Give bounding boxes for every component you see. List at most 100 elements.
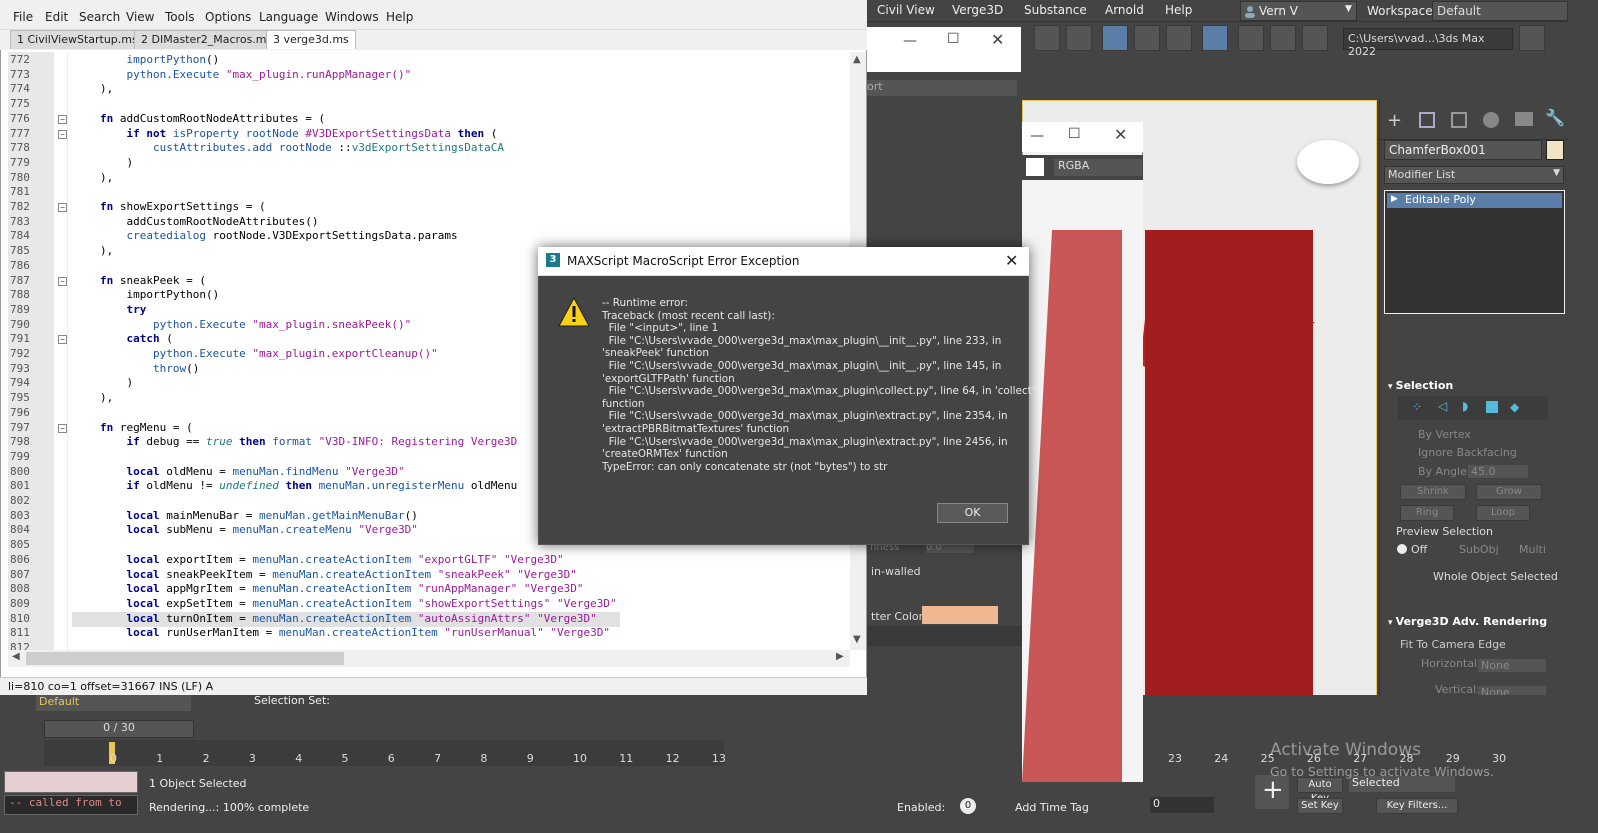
editor-menu-tools[interactable]: Tools bbox=[165, 10, 195, 24]
close-icon[interactable]: ✕ bbox=[1005, 251, 1018, 270]
code-line[interactable]: 779 ) bbox=[8, 156, 853, 171]
scroll-up-icon[interactable]: ▲ bbox=[853, 54, 861, 65]
code-line[interactable]: 772 importPython() bbox=[8, 53, 853, 68]
code-line[interactable]: 781 bbox=[8, 185, 853, 200]
key-filters-button[interactable]: Key Filters... bbox=[1376, 798, 1458, 814]
editor-menu-options[interactable]: Options bbox=[205, 10, 251, 24]
code-line[interactable]: 807 local sneakPeekItem = menuMan.create… bbox=[8, 568, 853, 583]
horizontal-scroll-thumb[interactable] bbox=[26, 652, 344, 665]
modifier-stack[interactable] bbox=[1384, 190, 1565, 314]
user-account-dropdown[interactable]: Vern V ▼ bbox=[1240, 1, 1357, 21]
modifier-list-dropdown[interactable]: Modifier List ▼ bbox=[1384, 166, 1564, 184]
tab-dimaster2-macros[interactable]: 2 DIMaster2_Macros.ms bbox=[134, 30, 280, 49]
scene-explorer-icon[interactable] bbox=[1102, 25, 1128, 51]
code-line[interactable]: 778 custAttributes.add rootNode ::v3dExp… bbox=[8, 141, 853, 156]
render-setup-icon[interactable] bbox=[1238, 25, 1264, 51]
minimize-icon[interactable]: — bbox=[903, 33, 917, 49]
editor-menu-edit[interactable]: Edit bbox=[45, 10, 68, 24]
motion-tab-icon[interactable] bbox=[1483, 112, 1499, 128]
set-key-icon[interactable]: + bbox=[1255, 775, 1289, 809]
verge3d-adv-rendering-title[interactable]: ▾ Verge3D Adv. Rendering bbox=[1388, 615, 1547, 628]
code-line[interactable]: 812 bbox=[8, 641, 853, 650]
schematic-view-icon[interactable] bbox=[1202, 25, 1228, 51]
code-line[interactable]: 806 local exportItem = menuMan.createAct… bbox=[8, 553, 853, 568]
horizontal-dropdown[interactable]: None bbox=[1478, 659, 1546, 672]
material-editor-icon[interactable] bbox=[1166, 25, 1192, 51]
tab-verge3d[interactable]: 3 verge3d.ms bbox=[266, 30, 356, 49]
hierarchy-tab-icon[interactable] bbox=[1451, 112, 1467, 128]
project-path-dropdown[interactable]: C:\Users\vvad...\3ds Max 2022 bbox=[1343, 28, 1513, 58]
subobj-radio[interactable]: SubObj bbox=[1459, 543, 1499, 556]
fold-toggle-icon[interactable]: − bbox=[58, 114, 67, 124]
maximize-icon[interactable]: ☐ bbox=[947, 31, 960, 47]
project-folder-icon[interactable] bbox=[1519, 25, 1545, 51]
editor-menu-help[interactable]: Help bbox=[386, 10, 413, 24]
fold-toggle-icon[interactable]: − bbox=[58, 129, 67, 139]
maximize-icon[interactable]: ☐ bbox=[1068, 126, 1081, 142]
code-line[interactable]: 782 fn showExportSettings = (− bbox=[8, 200, 853, 215]
viewcube-icon[interactable] bbox=[1297, 140, 1359, 184]
max-menu-verge3d[interactable]: Verge3D bbox=[952, 3, 1003, 17]
fold-toggle-icon[interactable]: − bbox=[58, 276, 67, 286]
utilities-tab-icon[interactable]: 🔧 bbox=[1545, 108, 1565, 127]
editor-menu-language[interactable]: Language bbox=[259, 10, 318, 24]
max-menu-help[interactable]: Help bbox=[1165, 3, 1192, 17]
selection-rollout-title[interactable]: ▾ Selection bbox=[1388, 379, 1453, 392]
code-line[interactable]: 810 local turnOnItem = menuMan.createAct… bbox=[8, 612, 853, 627]
polygon-icon[interactable] bbox=[1486, 401, 1498, 413]
scroll-right-icon[interactable]: ▶ bbox=[836, 651, 844, 662]
time-tag-toggle[interactable]: 0 bbox=[960, 798, 976, 814]
current-frame-field[interactable]: 0 bbox=[1150, 797, 1214, 813]
edge-icon[interactable]: ◁ bbox=[1438, 399, 1447, 413]
render-icon[interactable] bbox=[1302, 25, 1328, 51]
code-line[interactable]: 811 local runUserManItem = menuMan.creat… bbox=[8, 626, 853, 641]
toggle-ribbon-icon[interactable] bbox=[1066, 25, 1092, 51]
tab-civilviewstartup[interactable]: 1 CivilViewStartup.ms bbox=[10, 30, 145, 49]
maxscript-mini-listener-output[interactable]: -- called from to bbox=[4, 795, 138, 815]
maxscript-mini-listener-input[interactable] bbox=[4, 771, 138, 793]
code-line[interactable]: 773 python.Execute "max_plugin.runAppMan… bbox=[8, 68, 853, 83]
code-line[interactable]: 809 local expSetItem = menuMan.createAct… bbox=[8, 597, 853, 612]
curve-editor-icon[interactable] bbox=[1134, 25, 1160, 51]
code-line[interactable]: 776 fn addCustomRootNodeAttributes = (− bbox=[8, 112, 853, 127]
ring-button[interactable]: Ring bbox=[1400, 505, 1454, 521]
mid-dropdown[interactable]: ort bbox=[867, 80, 1017, 96]
close-icon[interactable]: ✕ bbox=[1114, 125, 1127, 144]
scroll-down-icon[interactable]: ▼ bbox=[853, 634, 861, 645]
multi-radio[interactable]: Multi bbox=[1519, 543, 1546, 556]
scroll-left-icon[interactable]: ◀ bbox=[12, 651, 20, 662]
code-line[interactable]: 777 if not isProperty rootNode #V3DExpor… bbox=[8, 127, 853, 142]
auto-key-button[interactable]: Auto Key bbox=[1297, 777, 1343, 804]
max-menu-civil-view[interactable]: Civil View bbox=[877, 3, 935, 17]
stack-item-editable-poly[interactable]: ▶ Editable Poly bbox=[1387, 193, 1562, 208]
fold-toggle-icon[interactable]: − bbox=[58, 203, 67, 212]
by-vertex-checkbox[interactable]: By Vertex bbox=[1418, 428, 1471, 441]
code-line[interactable]: 780), bbox=[8, 171, 853, 186]
shrink-button[interactable]: Shrink bbox=[1400, 484, 1466, 500]
create-tab-icon[interactable]: + bbox=[1387, 110, 1402, 131]
element-icon[interactable]: ◆ bbox=[1510, 400, 1519, 414]
editor-menu-search[interactable]: Search bbox=[79, 10, 120, 24]
vertex-icon[interactable]: ⁘ bbox=[1412, 400, 1422, 414]
code-line[interactable]: 775 bbox=[8, 97, 853, 112]
add-time-tag-button[interactable]: Add Time Tag bbox=[1015, 801, 1089, 814]
channel-dropdown[interactable]: RGBA bbox=[1054, 159, 1142, 176]
object-name-field[interactable]: ChamferBox001 bbox=[1384, 140, 1542, 160]
code-line[interactable]: 784 createdialog rootNode.V3DExportSetti… bbox=[8, 229, 853, 244]
editor-menu-file[interactable]: File bbox=[13, 10, 33, 24]
layer-explorer-icon[interactable] bbox=[1034, 25, 1060, 51]
code-line[interactable]: 783 addCustomRootNodeAttributes() bbox=[8, 215, 853, 230]
time-slider[interactable]: 0 / 30 bbox=[44, 720, 194, 738]
code-line[interactable]: 808 local appMgrItem = menuMan.createAct… bbox=[8, 582, 853, 597]
object-color-swatch[interactable] bbox=[1546, 140, 1564, 160]
ok-button[interactable]: OK bbox=[937, 503, 1008, 523]
scatter-color-swatch[interactable] bbox=[922, 606, 998, 624]
grow-button[interactable]: Grow bbox=[1476, 484, 1542, 500]
editor-menu-view[interactable]: View bbox=[126, 10, 154, 24]
by-angle-checkbox[interactable]: By Angle: bbox=[1418, 465, 1471, 478]
max-menu-substance[interactable]: Substance bbox=[1024, 3, 1087, 17]
fold-toggle-icon[interactable]: − bbox=[58, 335, 67, 345]
fold-toggle-icon[interactable]: − bbox=[58, 423, 67, 433]
code-line[interactable]: 774), bbox=[8, 82, 853, 97]
loop-button[interactable]: Loop bbox=[1476, 505, 1530, 521]
